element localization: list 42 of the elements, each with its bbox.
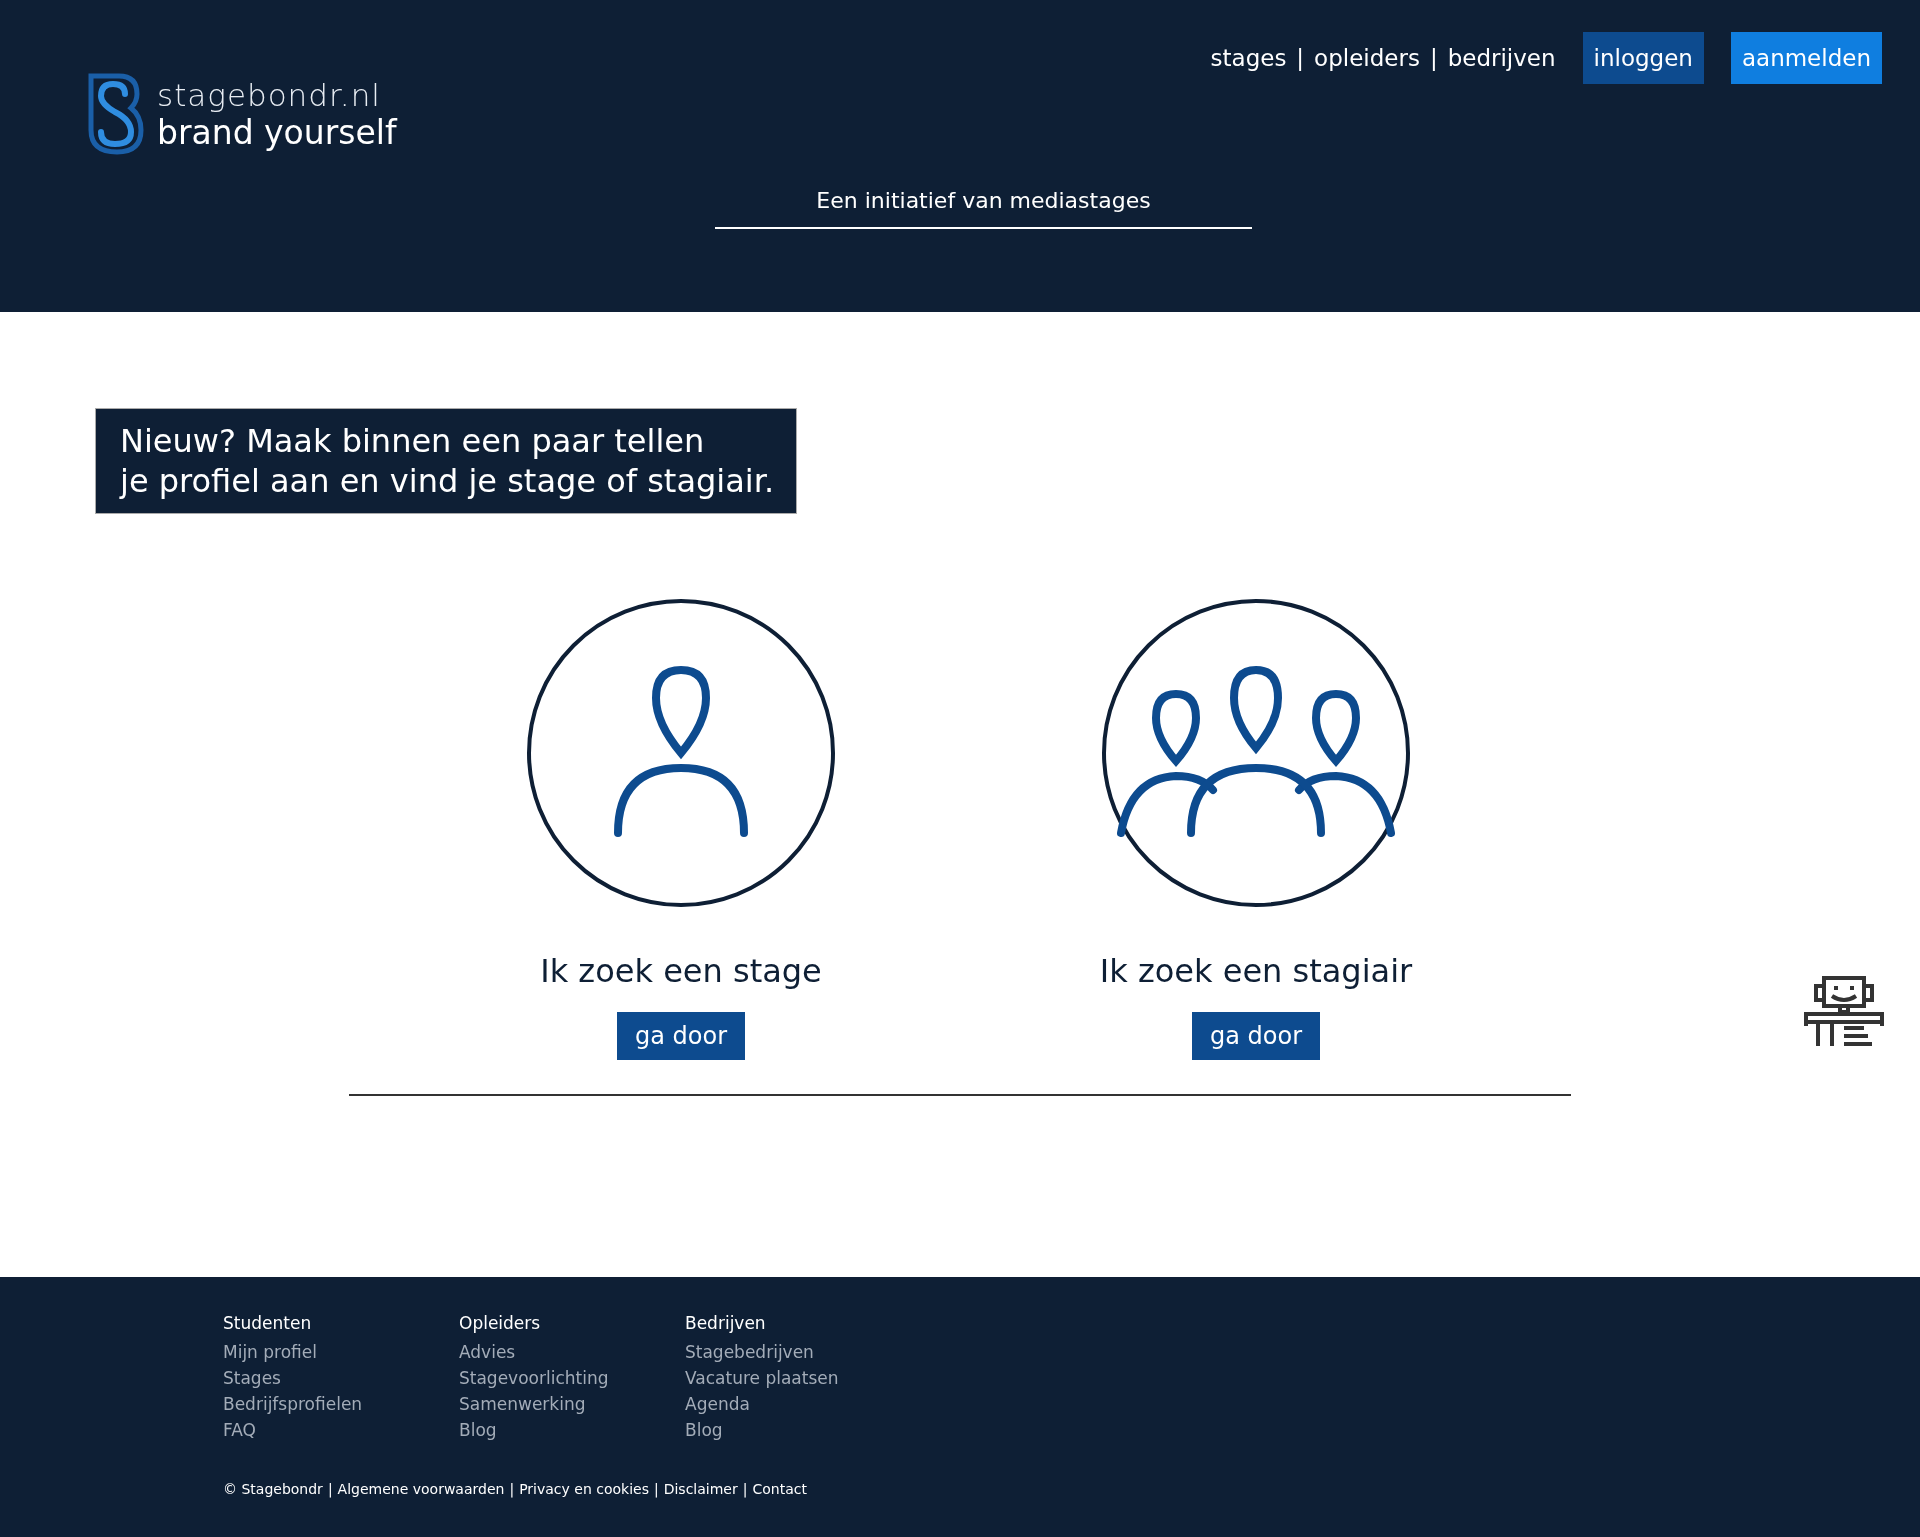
footer-link[interactable]: Blog — [459, 1417, 685, 1443]
footer-link[interactable]: Stagebedrijven — [685, 1339, 921, 1365]
legal-separator: | — [327, 1481, 333, 1497]
callout-banner: Nieuw? Maak binnen een paar tellen je profiel aan en vind je stage of stagiair. — [95, 408, 798, 514]
footer-link[interactable]: Mijn profiel — [223, 1339, 459, 1365]
footer-link[interactable]: Stagevoorlichting — [459, 1365, 685, 1391]
group-icon — [1101, 598, 1411, 908]
header-button[interactable]: aanmelden — [1730, 32, 1882, 84]
legal-link[interactable]: © Stagebondr — [223, 1481, 323, 1497]
footer-link[interactable]: Stages — [223, 1365, 459, 1391]
legal-separator: | — [509, 1481, 515, 1497]
continue-button[interactable]: ga door — [1191, 1012, 1320, 1060]
site-name: stagebondr.nl — [157, 76, 382, 113]
nav-separator: | — [1296, 45, 1305, 71]
footer-link[interactable]: Samenwerking — [459, 1391, 685, 1417]
footer-heading: Studenten — [223, 1313, 313, 1333]
footer-link[interactable]: Vacature plaatsen — [685, 1365, 921, 1391]
footer-heading: Opleiders — [459, 1313, 542, 1333]
continue-button[interactable]: ga door — [616, 1012, 745, 1060]
legal-link[interactable]: Algemene voorwaarden — [337, 1481, 505, 1497]
nav-link[interactable]: stages — [1210, 45, 1287, 71]
legal-link[interactable]: Privacy en cookies — [519, 1481, 649, 1497]
choice-title: Ik zoek een stagiair — [1099, 952, 1413, 990]
person-icon — [526, 598, 836, 908]
robot-icon[interactable] — [1804, 974, 1884, 1046]
footer-link[interactable]: Blog — [685, 1417, 921, 1443]
legal-link[interactable]: Contact — [752, 1481, 807, 1497]
choice-title: Ik zoek een stage — [540, 952, 822, 990]
footer-link[interactable]: Agenda — [685, 1391, 921, 1417]
footer-link[interactable]: FAQ — [223, 1417, 459, 1443]
footer-link[interactable]: Advies — [459, 1339, 685, 1365]
legal-separator: | — [742, 1481, 748, 1497]
legal-link[interactable]: Disclaimer — [663, 1481, 738, 1497]
footer-heading: Bedrijven — [685, 1313, 767, 1333]
nav-link[interactable]: opleiders — [1314, 45, 1420, 71]
legal-separator: | — [653, 1481, 659, 1497]
nav-separator: | — [1429, 45, 1438, 71]
footer-link[interactable]: Bedrijfsprofielen — [223, 1391, 459, 1417]
nav-link[interactable]: bedrijven — [1447, 45, 1556, 71]
header-button[interactable]: inloggen — [1582, 32, 1704, 84]
slogan: brand yourself — [157, 112, 397, 152]
tagline: Een initiatief van mediastages — [715, 188, 1252, 229]
